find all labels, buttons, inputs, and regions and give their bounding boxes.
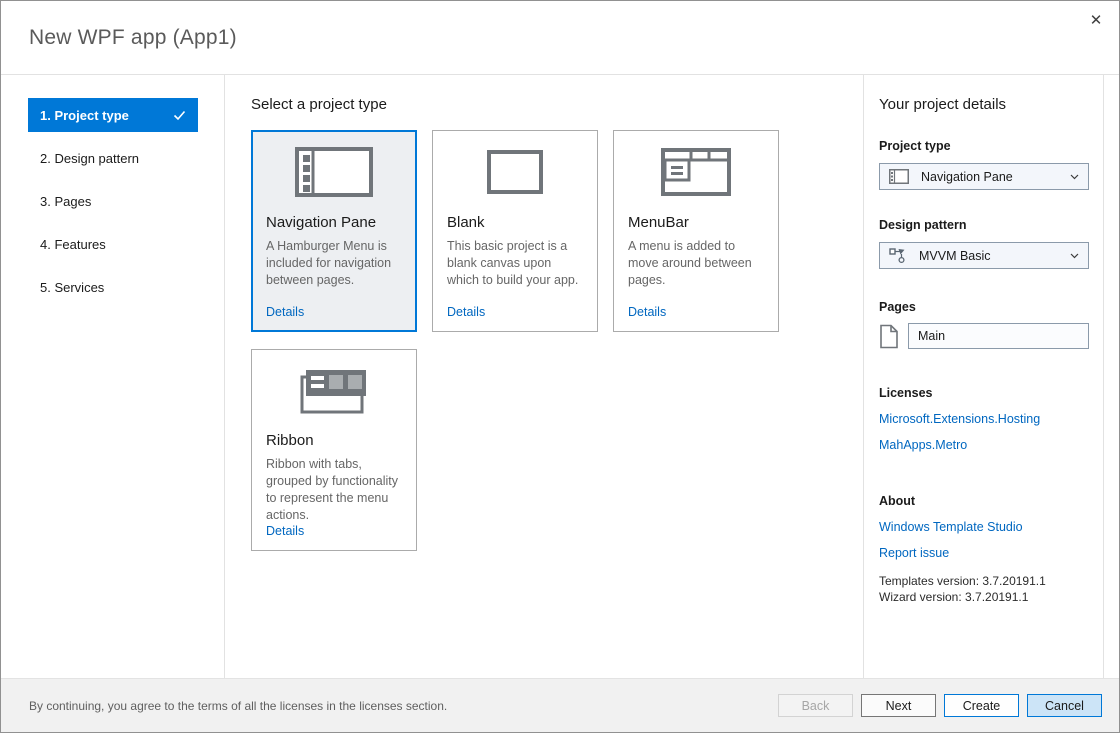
- project-details-panel: Your project details Project type Naviga…: [864, 75, 1103, 678]
- sidebar-item-label: 5. Services: [40, 279, 105, 295]
- licenses-label: Licenses: [879, 386, 933, 400]
- card-description: This basic project is a blank canvas upo…: [447, 239, 579, 287]
- templates-version: Templates version: 3.7.20191.1: [879, 574, 1046, 588]
- blank-icon: [447, 144, 583, 200]
- project-type-value: Navigation Pane: [921, 169, 1013, 184]
- sidebar-item-label: 4. Features: [40, 236, 106, 252]
- titlebar: New WPF app (App1) ✕: [1, 1, 1119, 75]
- sidebar-item-features[interactable]: 4. Features: [28, 227, 198, 261]
- design-pattern-value: MVVM Basic: [919, 248, 991, 263]
- details-link[interactable]: Details: [266, 524, 402, 538]
- card-title: Navigation Pane: [266, 214, 377, 231]
- navigation-pane-icon: [266, 144, 402, 200]
- chevron-down-icon: [1070, 253, 1079, 259]
- scrollbar-gutter: [1103, 75, 1119, 678]
- close-icon[interactable]: ✕: [1083, 7, 1109, 33]
- details-link[interactable]: Details: [266, 305, 402, 319]
- design-pattern-label: Design pattern: [879, 218, 967, 232]
- project-type-dropdown[interactable]: Navigation Pane: [879, 163, 1089, 190]
- report-issue-link[interactable]: Report issue: [879, 546, 1089, 560]
- pages-label: Pages: [879, 300, 916, 314]
- ribbon-icon: [266, 363, 402, 418]
- card-title: Blank: [447, 214, 485, 231]
- back-button[interactable]: Back: [778, 694, 853, 717]
- project-type-cards: Navigation Pane A Hamburger Menu is incl…: [251, 130, 817, 568]
- next-button[interactable]: Next: [861, 694, 936, 717]
- card-ribbon[interactable]: Ribbon Ribbon with tabs, grouped by func…: [251, 349, 417, 551]
- page-name-field[interactable]: Main: [908, 323, 1089, 349]
- license-notice: By continuing, you agree to the terms of…: [29, 698, 448, 713]
- design-pattern-dropdown[interactable]: MVVM Basic: [879, 242, 1089, 269]
- new-wpf-app-wizard-dialog: New WPF app (App1) ✕ 1. Project type 2. …: [0, 0, 1120, 733]
- sidebar-item-services[interactable]: 5. Services: [28, 270, 198, 304]
- navigation-pane-icon: [889, 169, 909, 184]
- card-description: Ribbon with tabs, grouped by functionali…: [266, 457, 399, 522]
- windows-template-studio-link[interactable]: Windows Template Studio: [879, 520, 1089, 534]
- card-description: A Hamburger Menu is included for navigat…: [266, 239, 392, 287]
- card-title: MenuBar: [628, 214, 689, 231]
- project-type-label: Project type: [879, 139, 951, 153]
- about-label: About: [879, 494, 916, 508]
- mvvm-icon: [889, 247, 907, 264]
- sidebar-item-label: 2. Design pattern: [40, 150, 140, 166]
- card-menubar[interactable]: MenuBar A menu is added to move around b…: [613, 130, 779, 332]
- project-type-selection: Select a project type Navigation Pane A …: [224, 75, 864, 678]
- create-button[interactable]: Create: [944, 694, 1019, 717]
- license-link-microsoft-extensions-hosting[interactable]: Microsoft.Extensions.Hosting: [879, 412, 1089, 426]
- wizard-steps-sidebar: 1. Project type 2. Design pattern 3. Pag…: [1, 75, 224, 678]
- chevron-down-icon: [1070, 174, 1079, 180]
- card-navigation-pane[interactable]: Navigation Pane A Hamburger Menu is incl…: [251, 130, 417, 332]
- main-heading: Select a project type: [251, 96, 387, 113]
- check-icon: [173, 110, 186, 121]
- details-heading: Your project details: [879, 96, 1007, 113]
- document-icon: [879, 324, 899, 349]
- sidebar-item-label: 3. Pages: [40, 193, 92, 209]
- details-link[interactable]: Details: [447, 305, 583, 319]
- card-description: A menu is added to move around between p…: [628, 239, 752, 287]
- card-title: Ribbon: [266, 432, 314, 449]
- card-blank[interactable]: Blank This basic project is a blank canv…: [432, 130, 598, 332]
- sidebar-item-project-type[interactable]: 1. Project type: [28, 98, 198, 132]
- license-link-mahapps-metro[interactable]: MahApps.Metro: [879, 438, 1089, 452]
- cancel-button[interactable]: Cancel: [1027, 694, 1102, 717]
- sidebar-item-pages[interactable]: 3. Pages: [28, 184, 198, 218]
- sidebar-item-label: 1. Project type: [40, 107, 129, 123]
- sidebar-item-design-pattern[interactable]: 2. Design pattern: [28, 141, 198, 175]
- page-title: New WPF app (App1): [29, 25, 237, 49]
- wizard-version: Wizard version: 3.7.20191.1: [879, 590, 1029, 604]
- menubar-icon: [628, 144, 764, 200]
- footer-bar: By continuing, you agree to the terms of…: [1, 678, 1119, 732]
- details-link[interactable]: Details: [628, 305, 764, 319]
